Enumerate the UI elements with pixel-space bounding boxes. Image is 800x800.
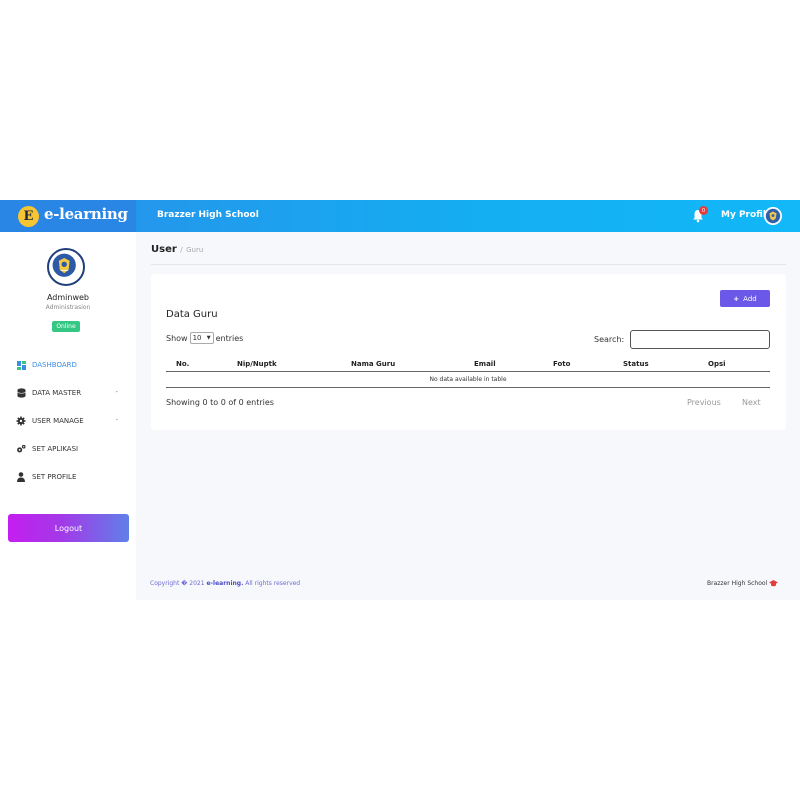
sidebar-item-label: SET APLIKASI: [32, 445, 79, 453]
table-info: Showing 0 to 0 of 0 entries: [166, 398, 274, 407]
school-logo-avatar: [47, 248, 85, 286]
plus-icon: +: [733, 294, 740, 303]
sidebar-item-label: USER MANAGE: [32, 417, 84, 425]
footer-copyright: Copyright � 2021 e-learning. All rights …: [150, 580, 300, 587]
column-header[interactable]: Email: [474, 360, 496, 368]
column-header[interactable]: Nip/Nuptk: [237, 360, 277, 368]
top-bar: E e-learning Brazzer High School 0 My Pr…: [0, 200, 800, 232]
sidebar-item-label: DASHBOARD: [32, 361, 77, 369]
sidebar: Adminweb Administrasion Online DASHBOARD…: [0, 232, 136, 600]
chevron-down-icon: ▼: [206, 335, 211, 341]
previous-button[interactable]: Previous: [687, 398, 721, 407]
gears-icon: [16, 444, 26, 454]
add-button-label: Add: [743, 294, 757, 303]
chevron-icon: -: [115, 416, 118, 424]
search-input[interactable]: [630, 330, 770, 349]
copyright-prefix: Copyright � 2021: [150, 580, 205, 587]
profile-avatar[interactable]: [764, 207, 782, 225]
entries-label: entries: [215, 333, 244, 343]
app-frame: E e-learning Brazzer High School 0 My Pr…: [0, 200, 800, 600]
column-header[interactable]: Status: [623, 360, 649, 368]
sidebar-item-set-aplikasi[interactable]: SET APLIKASI: [16, 442, 126, 456]
copyright-suffix: All rights reserved: [245, 580, 301, 587]
breadcrumb-main: User: [151, 244, 177, 255]
search-label: Search:: [594, 335, 625, 344]
column-header[interactable]: Nama Guru: [351, 360, 395, 368]
sidebar-item-set-profile[interactable]: SET PROFILE: [16, 470, 126, 484]
sidebar-user-role: Administrasion: [45, 304, 91, 311]
entries-select-value: 10: [192, 334, 202, 342]
entries-length-control: Show 10 ▼ entries: [166, 332, 243, 344]
sidebar-item-user-manage[interactable]: USER MANAGE -: [16, 414, 126, 428]
entries-select[interactable]: 10 ▼: [189, 332, 214, 344]
sidebar-item-data-master[interactable]: DATA MASTER -: [16, 386, 126, 400]
graduation-cap-icon: [769, 580, 779, 587]
sidebar-item-label: DATA MASTER: [32, 389, 82, 397]
chevron-icon: -: [115, 388, 118, 396]
next-button[interactable]: Next: [742, 398, 761, 407]
card-title: Data Guru: [166, 309, 218, 320]
brand-badge: E: [18, 206, 39, 227]
column-header[interactable]: No.: [176, 360, 189, 368]
sidebar-user-name: Adminweb: [46, 293, 90, 302]
dashboard-icon: [16, 360, 26, 370]
user-icon: [16, 472, 26, 482]
logout-button[interactable]: Logout: [8, 514, 129, 542]
sidebar-item-label: SET PROFILE: [32, 473, 77, 481]
gear-icon: [16, 416, 26, 426]
table-row-empty: No data available in table: [166, 372, 770, 388]
breadcrumb: User / Guru: [151, 244, 203, 255]
breadcrumb-separator: /: [180, 246, 183, 254]
copyright-brand-link[interactable]: e-learning.: [206, 580, 243, 587]
brand-logo[interactable]: E e-learning: [0, 200, 136, 232]
notification-count-badge: 0: [699, 206, 708, 215]
table-header: No. Nip/Nuptk Nama Guru Email Foto Statu…: [166, 356, 770, 372]
data-guru-card: + Add Data Guru Show 10 ▼ entries Search…: [151, 274, 786, 430]
show-label: Show: [166, 333, 188, 343]
school-title: Brazzer High School: [157, 210, 259, 220]
breadcrumb-sub[interactable]: Guru: [186, 246, 203, 254]
column-header[interactable]: Foto: [553, 360, 570, 368]
column-header[interactable]: Opsi: [708, 360, 726, 368]
breadcrumb-divider: [151, 264, 786, 265]
footer-school: Brazzer High School: [707, 580, 779, 587]
status-badge: Online: [52, 321, 80, 332]
database-icon: [16, 388, 26, 398]
add-button[interactable]: + Add: [720, 290, 770, 307]
sidebar-item-dashboard[interactable]: DASHBOARD: [16, 358, 126, 372]
brand-name: e-learning: [44, 205, 128, 223]
footer-school-name: Brazzer High School: [707, 580, 768, 587]
